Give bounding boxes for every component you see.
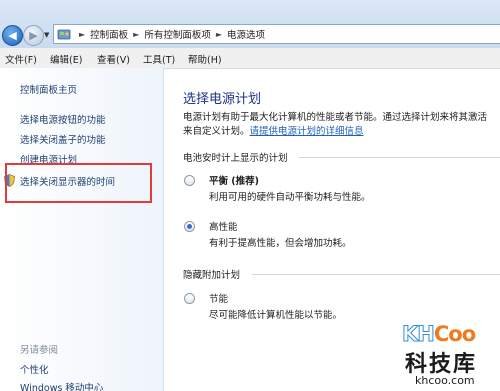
menu-view[interactable]: 查看(V) (97, 52, 130, 66)
sidebar-home-link[interactable]: 控制面板主页 (20, 82, 77, 96)
breadcrumb-separator-icon: ► (79, 29, 86, 39)
hide-additional-plans-toggle[interactable]: 隐藏附加计划 (183, 267, 240, 281)
plan-name-balanced[interactable]: 平衡 (推荐) (209, 173, 259, 187)
breadcrumb-power-options[interactable]: 电源选项 (227, 27, 265, 41)
group-divider (299, 157, 500, 158)
watermark-logo: KH Coo (402, 322, 484, 347)
plan-desc-balanced: 利用可用的硬件自动平衡功耗与性能。 (209, 192, 371, 203)
group-divider (252, 274, 500, 275)
plan-desc-power-saver: 尽可能降低计算机性能以节能。 (209, 310, 343, 321)
see-also-personalize[interactable]: 个性化 (20, 362, 49, 376)
forward-arrow-icon: ▶ (29, 29, 38, 42)
menu-bar: 文件(F) 编辑(E) 查看(V) 工具(T) 帮助(H) (0, 48, 500, 69)
plan-radio-balanced[interactable] (184, 175, 195, 186)
address-bar: ◀ ▶ ▼ ► 控制面板 ► 所有控制面板项 ► 电源选项 (0, 0, 500, 48)
control-panel-icon (57, 29, 71, 40)
plan-name-high-performance[interactable]: 高性能 (209, 219, 238, 233)
page-description: 电源计划有助于最大化计算机的性能或者节能。通过选择计划来将其激活 来自定义计划。… (183, 111, 487, 139)
sidebar: 控制面板主页 选择电源按钮的功能 选择关闭盖子的功能 创建电源计划 选择关闭显示… (0, 68, 164, 391)
breadcrumb-separator-icon: ► (215, 29, 222, 39)
watermark-logo-left: KH (402, 322, 436, 347)
breadcrumb-control-panel[interactable]: 控制面板 (90, 27, 128, 41)
menu-tools[interactable]: 工具(T) (143, 52, 175, 66)
back-arrow-icon: ◀ (8, 29, 17, 42)
plan-radio-high-performance[interactable] (184, 221, 195, 232)
description-line: 电源计划有助于最大化计算机的性能或者节能。通过选择计划来将其激活 (183, 112, 488, 123)
plan-details-link[interactable]: 请提供电源计划的详细信息 (250, 126, 364, 137)
description-text: 来自定义计划。 (183, 126, 250, 137)
forward-button[interactable]: ▶ (23, 25, 44, 46)
page-title: 选择电源计划 (183, 92, 262, 107)
breadcrumb-separator-icon: ► (133, 29, 140, 39)
back-button[interactable]: ◀ (2, 25, 23, 46)
menu-edit[interactable]: 编辑(E) (50, 52, 82, 66)
watermark-logo-right: Coo (433, 322, 476, 346)
group-heading-battery-plans: 电池安时计上显示的计划 (183, 153, 288, 164)
watermark-url: khcoo.com (415, 374, 475, 387)
sidebar-link-power-button[interactable]: 选择电源按钮的功能 (20, 112, 106, 126)
plan-desc-high-performance: 有利于提高性能，但会增加功耗。 (209, 238, 352, 249)
breadcrumb[interactable]: ► 控制面板 ► 所有控制面板项 ► 电源选项 (53, 24, 500, 44)
description-line: 来自定义计划。请提供电源计划的详细信息 (183, 125, 487, 139)
plan-name-power-saver[interactable]: 节能 (209, 291, 228, 305)
breadcrumb-all-items[interactable]: 所有控制面板项 (144, 27, 211, 41)
see-also-heading: 另请参阅 (20, 345, 59, 356)
recent-pages-dropdown-icon[interactable]: ▼ (44, 31, 49, 39)
plan-radio-power-saver[interactable] (184, 293, 195, 304)
see-also-mobility-center[interactable]: Windows 移动中心 (20, 380, 103, 391)
sidebar-link-lid-close[interactable]: 选择关闭盖子的功能 (20, 132, 106, 146)
highlight-annotation (5, 163, 152, 203)
menu-help[interactable]: 帮助(H) (188, 52, 222, 66)
menu-file[interactable]: 文件(F) (5, 52, 37, 66)
